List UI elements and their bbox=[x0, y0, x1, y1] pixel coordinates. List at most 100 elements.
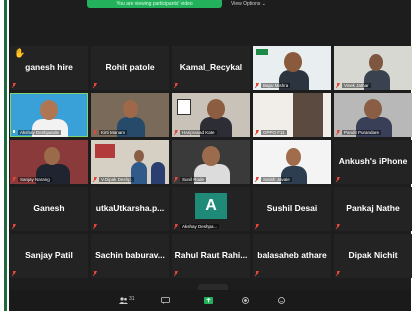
participant-name: V.Dipak Deshp. bbox=[99, 177, 134, 182]
participant-name: Vivek Jathar bbox=[342, 83, 371, 88]
gallery-grid: ✋ ganesh hire Rohit patole Kamal_Recykal… bbox=[10, 46, 412, 282]
participant-video-tile[interactable]: OPPO F11 bbox=[253, 93, 331, 137]
participant-video-tile[interactable]: Pandit Purandare bbox=[334, 93, 412, 137]
top-bar: You are viewing participants' video View… bbox=[9, 0, 411, 14]
muted-mic-icon bbox=[255, 224, 259, 229]
participant-tile[interactable]: Dipak Nichit bbox=[334, 234, 412, 278]
participant-name: Ankush's iPhone bbox=[338, 156, 408, 166]
participant-name: Pankaj Nathe bbox=[346, 203, 400, 213]
person-face bbox=[369, 54, 383, 71]
participant-video-tile[interactable]: V.Dipak Deshp. bbox=[91, 140, 169, 184]
participant-name: OPPO F11 bbox=[261, 130, 287, 135]
avatar: A bbox=[195, 193, 227, 219]
participant-tile[interactable]: balasaheb athare bbox=[253, 234, 331, 278]
person-face bbox=[40, 100, 58, 120]
participant-name: Sunil Rode bbox=[180, 177, 207, 182]
participant-tile[interactable]: Ganesh bbox=[10, 187, 88, 231]
muted-mic-icon bbox=[255, 177, 259, 182]
participant-video-tile[interactable]: Sanjay Narang bbox=[10, 140, 88, 184]
participant-video-tile[interactable]: Bapu Mishra bbox=[253, 46, 331, 90]
muted-mic-icon bbox=[255, 271, 259, 276]
zoom-meeting-window: You are viewing participants' video View… bbox=[0, 0, 417, 311]
meeting-toolbar: 31 bbox=[9, 290, 411, 311]
chat-icon[interactable] bbox=[161, 297, 170, 304]
participant-tile[interactable]: ✋ ganesh hire bbox=[10, 46, 88, 90]
wall-frame bbox=[177, 99, 191, 115]
participant-name: balasaheb athare bbox=[257, 250, 327, 260]
participant-name: Kamal_Recykal bbox=[179, 62, 243, 72]
muted-mic-icon bbox=[93, 271, 97, 276]
participant-tile[interactable]: Sachin baburav... bbox=[91, 234, 169, 278]
participant-name: Ganesh bbox=[33, 203, 65, 213]
participant-name: ganesh hire bbox=[25, 62, 73, 72]
muted-mic-icon bbox=[12, 224, 16, 229]
participants-icon[interactable] bbox=[119, 297, 128, 304]
participant-name: Rahul Raut Rahi... bbox=[174, 250, 248, 260]
view-options-button[interactable]: View Options ⌄ bbox=[231, 1, 266, 7]
participant-tile[interactable]: Kamal_Recykal bbox=[172, 46, 250, 90]
participant-name: utkaUtkarsha.p... bbox=[95, 203, 165, 213]
participant-tile[interactable]: A Akshay Deshpa... bbox=[172, 187, 250, 231]
share-screen-icon[interactable] bbox=[204, 297, 213, 304]
raised-hand-icon: ✋ bbox=[14, 48, 26, 58]
muted-mic-icon bbox=[336, 83, 340, 88]
participant-video-tile[interactable]: Hariprasad Kate bbox=[172, 93, 250, 137]
participant-name: Rohit patole bbox=[105, 62, 155, 72]
participant-name: Sushil Desai bbox=[266, 203, 318, 213]
person-face bbox=[364, 99, 382, 119]
person-face bbox=[286, 148, 301, 166]
participant-video-tile[interactable]: Kirti Manam bbox=[91, 93, 169, 137]
muted-mic-icon bbox=[93, 130, 97, 135]
muted-mic-icon bbox=[336, 177, 340, 182]
muted-mic-icon bbox=[93, 177, 97, 182]
muted-mic-icon bbox=[12, 177, 16, 182]
muted-mic-icon bbox=[336, 130, 340, 135]
participant-name: Akshay Deshpande bbox=[18, 130, 62, 135]
participant-name: Akshay Deshpa... bbox=[180, 224, 220, 229]
muted-mic-icon bbox=[174, 130, 178, 135]
record-icon[interactable] bbox=[241, 297, 250, 304]
muted-mic-icon bbox=[12, 83, 16, 88]
muted-mic-icon bbox=[174, 224, 178, 229]
participant-name: Hariprasad Kate bbox=[180, 130, 217, 135]
participant-tile[interactable]: Sushil Desai bbox=[253, 187, 331, 231]
participant-tile[interactable]: Sanjay Patil bbox=[10, 234, 88, 278]
muted-mic-icon bbox=[255, 83, 259, 88]
muted-mic-icon bbox=[336, 224, 340, 229]
person-face bbox=[44, 147, 60, 165]
page-left-border bbox=[0, 0, 9, 311]
participant-tile[interactable]: Rahul Raut Rahi... bbox=[172, 234, 250, 278]
participant-video-tile[interactable]: Sunil Rode bbox=[172, 140, 250, 184]
participant-video-tile[interactable]: Satish Javale bbox=[253, 140, 331, 184]
participant-name: Dipak Nichit bbox=[348, 250, 398, 260]
muted-mic-icon bbox=[336, 271, 340, 276]
participant-video-tile-active-speaker[interactable]: Akshay Deshpande bbox=[10, 93, 88, 137]
muted-mic-icon bbox=[93, 224, 97, 229]
participant-name: Bapu Mishra bbox=[261, 83, 291, 88]
mic-icon bbox=[13, 130, 15, 133]
muted-mic-icon bbox=[255, 130, 259, 135]
muted-mic-icon bbox=[174, 83, 178, 88]
logo-graphic bbox=[256, 49, 268, 55]
reactions-icon[interactable] bbox=[277, 297, 286, 304]
participant-tile[interactable]: Ankush's iPhone bbox=[334, 140, 412, 184]
participant-name: Satish Javale bbox=[261, 177, 292, 182]
room-background bbox=[293, 93, 323, 137]
poster-graphic bbox=[95, 144, 115, 158]
participant-tile[interactable]: Rohit patole bbox=[91, 46, 169, 90]
muted-mic-icon bbox=[174, 177, 178, 182]
participant-tile[interactable]: Pankaj Nathe bbox=[334, 187, 412, 231]
person-silhouette bbox=[151, 162, 165, 184]
muted-mic-icon bbox=[174, 271, 178, 276]
participant-video-tile[interactable]: Vivek Jathar bbox=[334, 46, 412, 90]
participant-tile[interactable]: utkaUtkarsha.p... bbox=[91, 187, 169, 231]
viewing-banner: You are viewing participants' video bbox=[87, 0, 222, 8]
participants-count: 31 bbox=[129, 296, 135, 302]
muted-mic-icon bbox=[12, 271, 16, 276]
participant-name: Kirti Manam bbox=[99, 130, 128, 135]
person-face bbox=[207, 99, 225, 119]
participant-name: Pandit Purandare bbox=[342, 130, 382, 135]
muted-mic-icon bbox=[93, 83, 97, 88]
participant-name: Sachin baburav... bbox=[95, 250, 165, 260]
person-face bbox=[123, 100, 138, 118]
